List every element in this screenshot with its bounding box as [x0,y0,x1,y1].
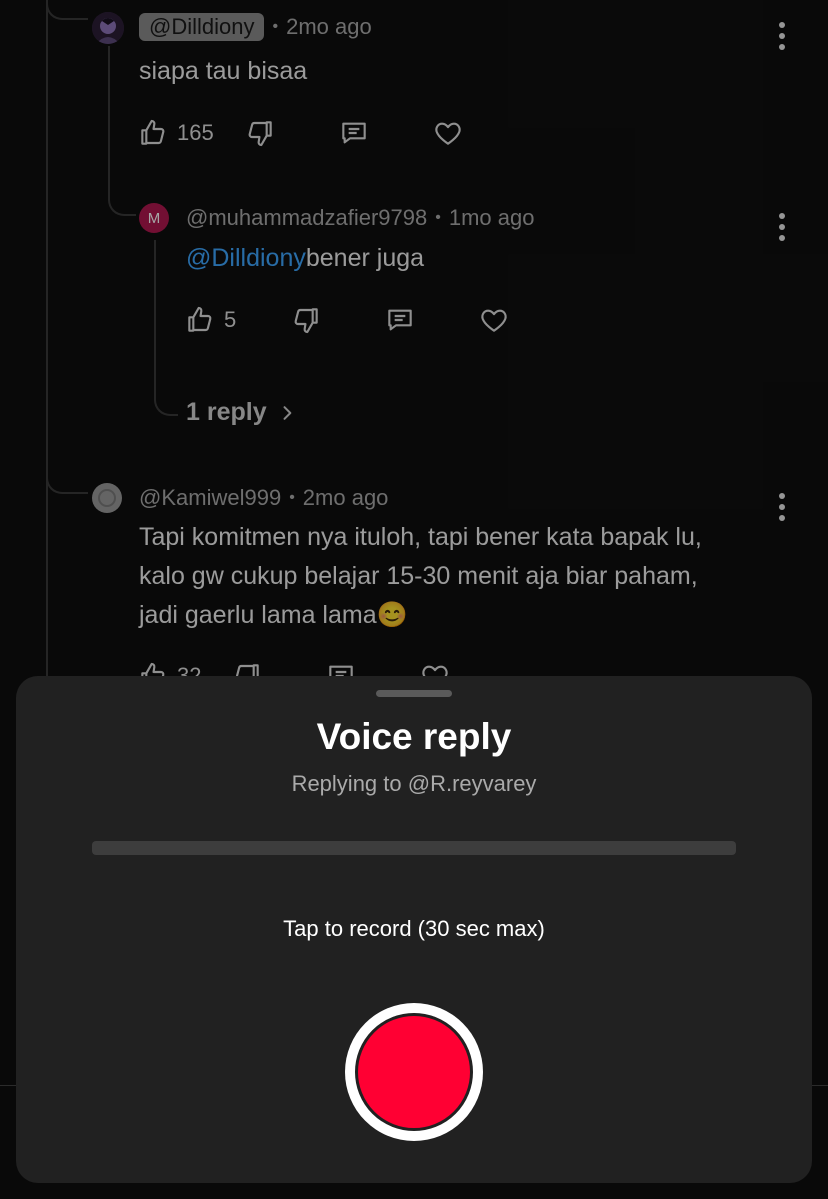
voice-reply-sheet: Voice reply Replying to @R.reyvarey Tap … [16,676,812,1183]
replying-to-label: Replying to @R.reyvarey [291,771,537,796]
sheet-title: Voice reply [316,716,512,757]
record-icon [355,1013,473,1131]
record-hint: Tap to record (30 sec max) [283,916,545,941]
record-button[interactable] [345,1003,483,1141]
recording-progress-bar [92,841,736,855]
sheet-drag-handle[interactable] [376,690,452,697]
